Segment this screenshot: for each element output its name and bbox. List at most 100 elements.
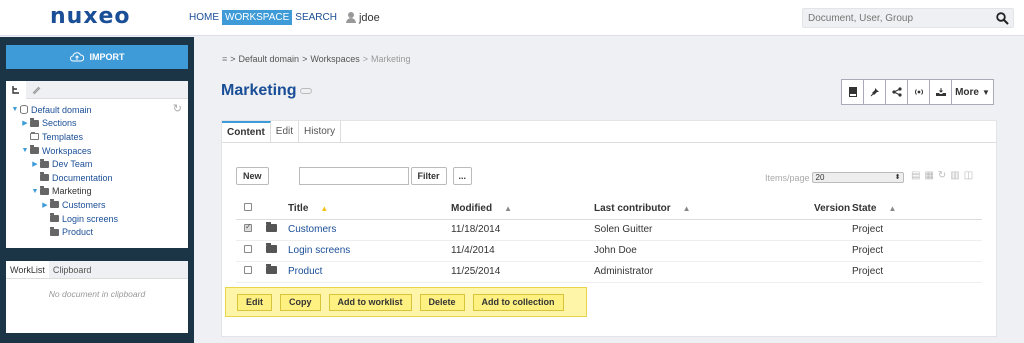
delete-button[interactable]: Delete — [419, 293, 465, 311]
search-input[interactable] — [803, 9, 983, 27]
row-checkbox[interactable] — [244, 222, 252, 232]
caret-down-icon[interactable]: ▼ — [21, 147, 29, 154]
view-options: ▤ ▦ ↻ ▥ ◫ — [911, 170, 973, 181]
tree-node[interactable]: Product — [11, 225, 188, 239]
cloud-upload-icon — [69, 52, 84, 62]
add-to-worklist-button[interactable]: Add to worklist — [328, 293, 412, 311]
import-button[interactable]: IMPORT — [6, 45, 188, 69]
tree-node-label: Login screens — [62, 213, 119, 224]
refresh-icon[interactable]: ↻ — [173, 102, 182, 115]
refresh-icon[interactable]: ↻ — [938, 170, 946, 181]
broadcast-icon — [914, 89, 923, 95]
breadcrumb-domain[interactable]: Default domain — [239, 54, 300, 64]
main-content: ≡ > Default domain > Workspaces > Market… — [194, 37, 1024, 343]
row-state: Project — [852, 219, 982, 241]
table-row[interactable]: Product 11/25/2014 Administrator Project — [236, 261, 982, 283]
more-label: More — [955, 86, 979, 98]
list-view-icon[interactable]: ▤ — [911, 170, 920, 181]
caret-down-icon[interactable]: ▼ — [11, 106, 19, 113]
folder-icon — [50, 199, 59, 209]
search-icon[interactable] — [996, 12, 1009, 25]
sidebar: IMPORT ↻ ▼ Default domain ▶ Sections Templat… — [0, 37, 194, 343]
folder-outline-icon — [30, 132, 39, 141]
filter-button[interactable]: Filter — [410, 167, 447, 185]
folder-icon — [50, 226, 59, 236]
row-checkbox[interactable] — [244, 245, 252, 253]
subscribe-button[interactable] — [908, 80, 930, 104]
row-title[interactable]: Login screens — [288, 240, 451, 262]
tree-node[interactable]: ▼ Marketing — [11, 185, 188, 199]
document-tabs: Content Edit History — [222, 121, 996, 143]
column-state[interactable]: State ▲ — [852, 199, 982, 220]
nav-search[interactable]: SEARCH — [292, 10, 340, 25]
copy-button[interactable]: Copy — [280, 293, 321, 311]
column-modified[interactable]: Modified ▲ — [451, 199, 594, 220]
select-all-checkbox[interactable] — [244, 203, 252, 212]
tree-node-label: Product — [62, 227, 94, 238]
filter-input[interactable] — [298, 167, 409, 185]
tree-node[interactable]: Login screens — [11, 212, 188, 226]
tree-node[interactable]: ▶ Sections — [11, 117, 188, 131]
more-button[interactable]: More ▼ — [952, 80, 993, 104]
tree-node[interactable]: ▶ Customers — [11, 198, 188, 212]
items-per-page-select[interactable]: 20 — [811, 172, 904, 183]
row-checkbox[interactable] — [244, 266, 252, 274]
breadcrumb-menu-icon[interactable]: ≡ — [222, 54, 227, 64]
table-header-row: Title ▲ Modified ▲ Last contributor ▲ Versi… — [236, 199, 982, 220]
caret-right-icon[interactable]: ▶ — [31, 160, 39, 168]
more-filters-button[interactable]: ... — [452, 167, 473, 185]
tab-content[interactable]: Content — [222, 121, 271, 142]
tab-worklist[interactable]: WorkList — [6, 261, 49, 278]
username: jdoe — [358, 11, 380, 24]
row-version — [814, 261, 852, 283]
tree-node[interactable]: ▼ Workspaces — [11, 144, 188, 158]
column-title[interactable]: Title ▲ — [288, 199, 451, 220]
tab-clipboard[interactable]: Clipboard — [49, 261, 96, 278]
permalink-icon[interactable] — [300, 88, 312, 94]
folder-icon — [30, 145, 39, 155]
add-to-collection-button[interactable]: Add to collection — [472, 293, 564, 311]
export-button[interactable] — [842, 80, 864, 104]
tree-node-label: Default domain — [31, 104, 92, 115]
sort-icon: ▲ — [682, 204, 691, 214]
column-last-contributor[interactable]: Last contributor ▲ — [594, 199, 814, 220]
caret-down-icon[interactable]: ▼ — [31, 188, 39, 195]
page-title: Marketing — [221, 82, 297, 99]
spreadsheet-icon[interactable]: ▥ — [950, 170, 959, 181]
tab-history[interactable]: History — [299, 121, 342, 142]
tree-node[interactable]: Templates — [11, 130, 188, 144]
tree-node[interactable]: Documentation — [11, 171, 188, 185]
caret-right-icon[interactable]: ▶ — [21, 119, 29, 127]
nuxeo-logo[interactable]: nuxeo — [50, 4, 131, 29]
caret-right-icon[interactable]: ▶ — [41, 201, 49, 209]
document-actions: More ▼ — [841, 79, 994, 105]
breadcrumb-workspaces[interactable]: Workspaces — [310, 54, 359, 64]
nav-workspace[interactable]: WORKSPACE — [222, 10, 293, 25]
row-title[interactable]: Customers — [288, 219, 451, 241]
tree-node[interactable]: ▼ Default domain — [11, 103, 188, 117]
import-label: IMPORT — [89, 52, 125, 62]
tree-node[interactable]: ▶ Dev Team — [11, 157, 188, 171]
edit-selection-button[interactable]: Edit — [237, 293, 272, 311]
share-button[interactable] — [886, 80, 908, 104]
row-title[interactable]: Product — [288, 261, 451, 283]
table-row[interactable]: Customers11/18/2014Solen Guitter Project — [236, 219, 982, 241]
sort-asc-icon: ▲ — [320, 204, 329, 214]
tree-tab[interactable] — [6, 81, 26, 99]
lock-button[interactable] — [930, 80, 952, 104]
tab-edit[interactable]: Edit — [271, 121, 300, 142]
grid-view-icon[interactable]: ▦ — [924, 170, 933, 181]
table-row[interactable]: Login screens 11/4/2014 John Doe Project — [236, 240, 982, 262]
worklist-panel: WorkList Clipboard No document in clipbo… — [6, 261, 188, 333]
nav-home[interactable]: HOME — [186, 10, 222, 25]
add-column-icon[interactable]: ◫ — [964, 170, 973, 181]
sort-icon: ▲ — [888, 204, 897, 214]
breadcrumb-current: Marketing — [370, 54, 411, 64]
folder-icon — [50, 213, 59, 223]
pin-button[interactable] — [864, 80, 886, 104]
tag-tab[interactable] — [26, 81, 46, 99]
new-button[interactable]: New — [236, 167, 269, 185]
column-version[interactable]: Version — [814, 199, 852, 220]
pin-icon — [870, 88, 879, 97]
user-menu[interactable]: jdoe — [345, 11, 380, 24]
